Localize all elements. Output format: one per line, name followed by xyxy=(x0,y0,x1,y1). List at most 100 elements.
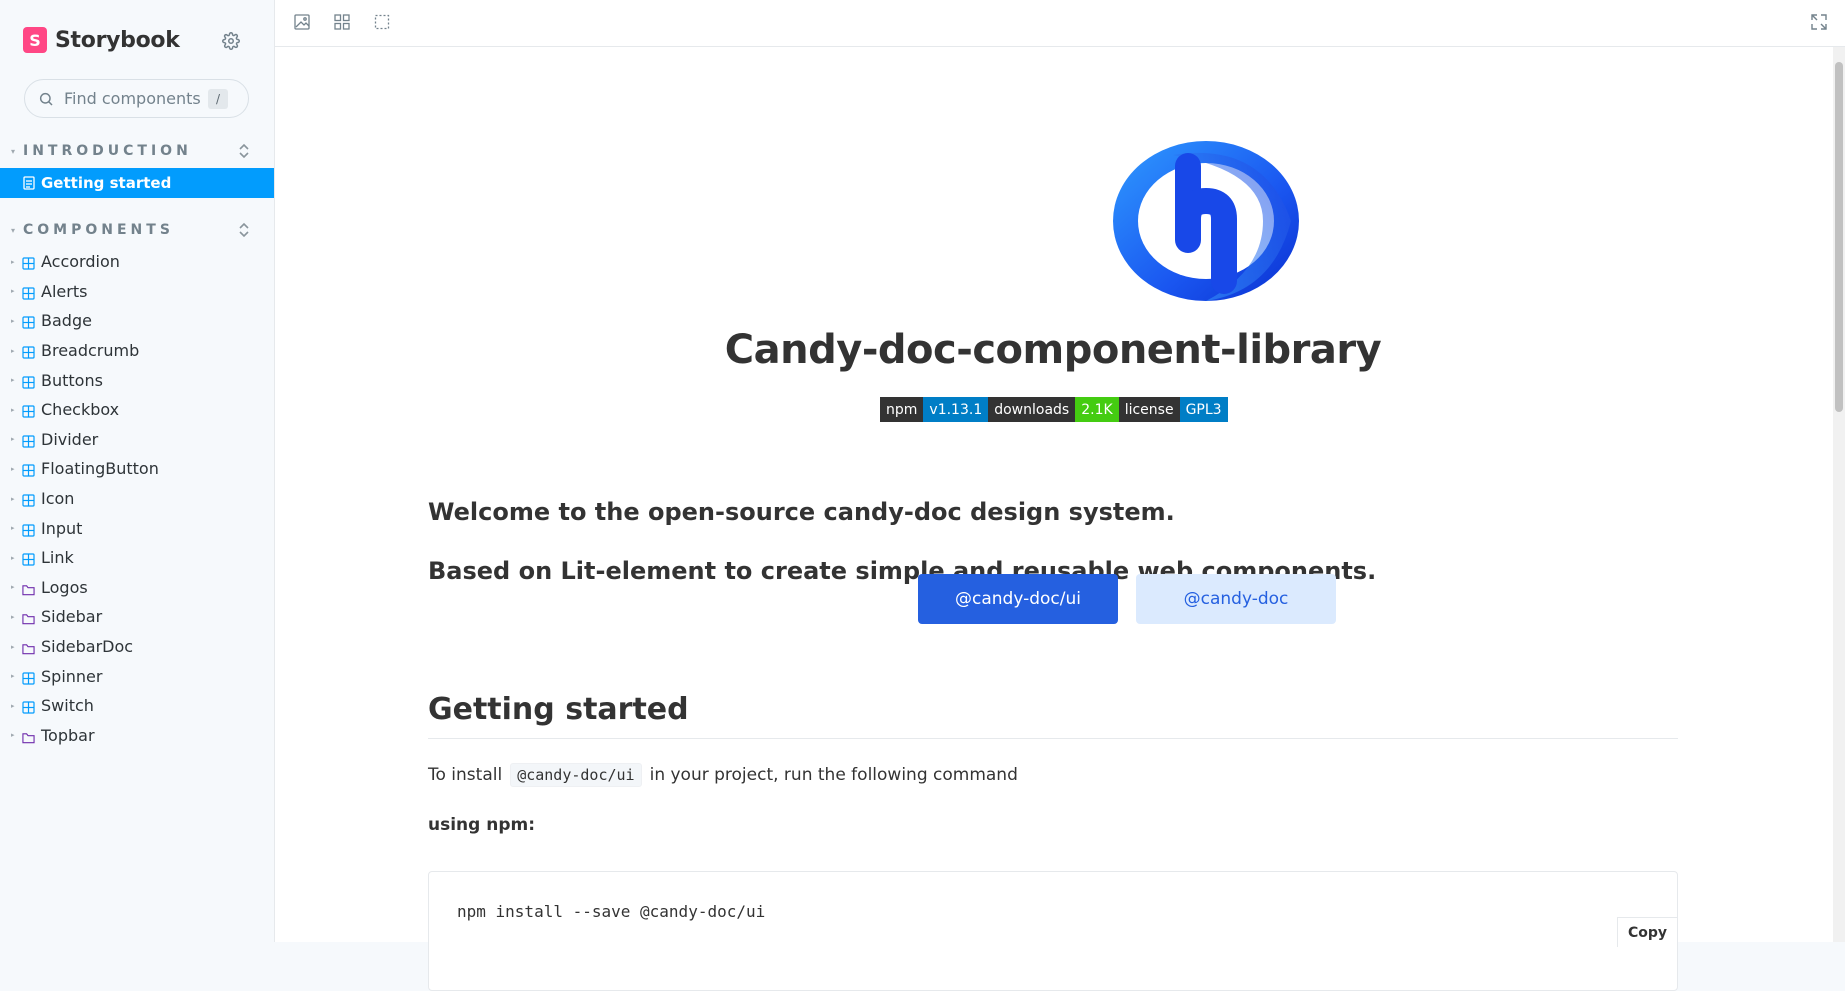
sidebar-item-sidebar[interactable]: ▸ Sidebar xyxy=(0,602,274,632)
badge-license-value[interactable]: GPL3 xyxy=(1179,397,1228,422)
sidebar-item-topbar[interactable]: ▸ Topbar xyxy=(0,721,274,751)
install-text-pre: To install xyxy=(428,765,503,785)
caret-right-icon[interactable]: ▸ xyxy=(11,613,17,621)
sidebar-item-floatingbutton[interactable]: ▸ FloatingButton xyxy=(0,454,274,484)
caret-right-icon[interactable]: ▸ xyxy=(11,643,17,651)
component-icon xyxy=(22,433,35,448)
sidebar-item-sidebardoc[interactable]: ▸ SidebarDoc xyxy=(0,632,274,662)
fullscreen-icon[interactable] xyxy=(1810,13,1828,31)
sidebar-item-switch[interactable]: ▸ Switch xyxy=(0,691,274,721)
sidebar-item-link[interactable]: ▸ Link xyxy=(0,543,274,573)
expand-collapse-icon[interactable] xyxy=(237,221,251,239)
sidebar-item-label: Divider xyxy=(41,429,99,449)
component-icon xyxy=(22,255,35,270)
sidebar-item-divider[interactable]: ▸ Divider xyxy=(0,425,274,455)
caret-right-icon[interactable]: ▸ xyxy=(11,435,17,443)
search-icon xyxy=(39,92,53,106)
install-paragraph: To install @candy-doc/ui in your project… xyxy=(428,763,1018,787)
component-icon xyxy=(22,670,35,685)
sidebar-item-breadcrumb[interactable]: ▸ Breadcrumb xyxy=(0,336,274,366)
sidebar-item-label: Sidebar xyxy=(41,607,103,627)
caret-right-icon[interactable]: ▸ xyxy=(11,672,17,680)
caret-down-icon: ▾ xyxy=(11,146,16,156)
sidebar-item-label: Logos xyxy=(41,577,88,597)
storybook-logo-icon: S xyxy=(23,27,47,53)
folder-icon xyxy=(22,640,35,655)
expand-collapse-icon[interactable] xyxy=(237,142,251,160)
sidebar-item-accordion[interactable]: ▸ Accordion xyxy=(0,247,274,277)
component-icon xyxy=(22,285,35,300)
outline-icon[interactable] xyxy=(373,13,391,31)
component-icon xyxy=(22,403,35,418)
toolbar xyxy=(275,0,1845,47)
caret-right-icon[interactable]: ▸ xyxy=(11,702,17,710)
scrollbar-thumb[interactable] xyxy=(1835,62,1843,412)
caret-right-icon[interactable]: ▸ xyxy=(11,347,17,355)
sidebar-item-input[interactable]: ▸ Input xyxy=(0,513,274,543)
candy-doc-ui-button[interactable]: @candy-doc/ui xyxy=(918,574,1118,624)
badge-downloads-label[interactable]: downloads xyxy=(988,397,1076,422)
sidebar-item-checkbox[interactable]: ▸ Checkbox xyxy=(0,395,274,425)
candy-doc-button[interactable]: @candy-doc xyxy=(1136,574,1336,624)
brand-name: Storybook xyxy=(55,27,180,53)
sidebar-item-label: Input xyxy=(41,518,83,538)
badge-downloads-value[interactable]: 2.1K xyxy=(1075,397,1119,422)
copy-button[interactable]: Copy xyxy=(1617,917,1677,947)
caret-right-icon[interactable]: ▸ xyxy=(11,317,17,325)
caret-right-icon[interactable]: ▸ xyxy=(11,376,17,384)
grid-icon[interactable] xyxy=(333,13,351,31)
image-icon[interactable] xyxy=(293,13,311,31)
component-list: ▸ Accordion ▸ Alerts ▸ Badge ▸ Breadcrumb ▸ Butto… xyxy=(0,247,274,750)
caret-right-icon[interactable]: ▸ xyxy=(11,287,17,295)
caret-right-icon[interactable]: ▸ xyxy=(11,495,17,503)
search-input[interactable]: Find components / xyxy=(24,79,249,118)
sidebar-item-label: Buttons xyxy=(41,370,103,390)
component-icon xyxy=(22,374,35,389)
sidebar-item-spinner[interactable]: ▸ Spinner xyxy=(0,661,274,691)
install-text-post: in your project, run the following comma… xyxy=(649,765,1018,785)
npm-subheading: using npm: xyxy=(428,815,536,835)
caret-right-icon[interactable]: ▸ xyxy=(11,524,17,532)
caret-right-icon[interactable]: ▸ xyxy=(11,554,17,562)
brand[interactable]: S Storybook xyxy=(23,27,180,53)
sidebar-item-label: Topbar xyxy=(41,725,95,745)
npm-command[interactable]: npm install --save @candy-doc/ui xyxy=(457,902,765,921)
component-icon xyxy=(22,522,35,537)
sidebar-item-alerts[interactable]: ▸ Alerts xyxy=(0,277,274,307)
sidebar-item-label: Icon xyxy=(41,489,75,509)
candy-doc-logo xyxy=(1113,141,1299,301)
sidebar-item-label: Accordion xyxy=(41,252,120,272)
caret-down-icon: ▾ xyxy=(11,225,16,235)
sidebar-item-badge[interactable]: ▸ Badge xyxy=(0,306,274,336)
sidebar-item-label: Getting started xyxy=(41,174,172,192)
sidebar-item-label: Link xyxy=(41,548,74,568)
badge-npm-value[interactable]: v1.13.1 xyxy=(923,397,989,422)
lead-welcome: Welcome to the open-source candy-doc des… xyxy=(428,498,1175,526)
settings-gear-icon[interactable] xyxy=(219,29,243,53)
sidebar-item-label: Breadcrumb xyxy=(41,341,140,361)
sidebar-item-buttons[interactable]: ▸ Buttons xyxy=(0,365,274,395)
folder-icon xyxy=(22,729,35,743)
section-introduction[interactable]: ▾ INTRODUCTION xyxy=(11,143,251,159)
sidebar-item-label: SidebarDoc xyxy=(41,637,134,657)
search-placeholder: Find components xyxy=(64,89,201,108)
badge-npm-label[interactable]: npm xyxy=(880,397,924,422)
sidebar-item-getting-started[interactable]: Getting started xyxy=(0,168,274,198)
sidebar-item-label: Checkbox xyxy=(41,400,120,420)
badge-row[interactable]: npm v1.13.1 downloads 2.1K license GPL3 xyxy=(880,397,1228,422)
badge-license-label[interactable]: license xyxy=(1118,397,1180,422)
component-icon xyxy=(22,492,35,507)
caret-right-icon[interactable]: ▸ xyxy=(11,465,17,473)
scrollbar[interactable] xyxy=(1833,47,1845,942)
component-icon xyxy=(22,314,35,330)
section-components[interactable]: ▾ COMPONENTS xyxy=(11,222,251,238)
caret-right-icon[interactable]: ▸ xyxy=(11,583,17,591)
caret-right-icon[interactable]: ▸ xyxy=(11,731,17,739)
sidebar-item-icon[interactable]: ▸ Icon xyxy=(0,484,274,514)
section-title: INTRODUCTION xyxy=(23,143,192,159)
sidebar-item-logos[interactable]: ▸ Logos xyxy=(0,573,274,603)
caret-right-icon[interactable]: ▸ xyxy=(11,258,17,266)
sidebar-item-label: FloatingButton xyxy=(41,459,159,479)
folder-icon xyxy=(22,581,35,595)
caret-right-icon[interactable]: ▸ xyxy=(11,406,17,414)
